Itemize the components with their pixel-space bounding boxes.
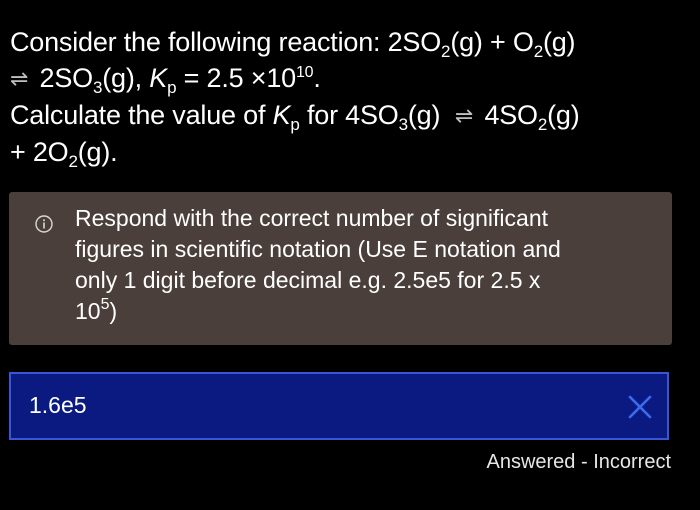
subscript: 2: [533, 42, 543, 61]
info-circle-icon: [35, 215, 53, 233]
equilibrium-arrow-icon: ⇌: [454, 103, 474, 128]
kp-symbol: K: [272, 100, 291, 130]
instruction-line: only 1 digit before decimal e.g. 2.5e5 f…: [75, 267, 541, 293]
subscript: 3: [92, 78, 103, 97]
superscript: 5: [100, 296, 110, 313]
answer-field[interactable]: 1.6e5: [9, 372, 669, 440]
subscript: p: [290, 115, 300, 134]
instruction-line: figures in scientific notation (Use E no…: [75, 236, 561, 262]
question-line-3: Calculate the value of Kp for 4SO3(g) ⇌ …: [10, 97, 690, 134]
question-text-segment: (g): [547, 100, 580, 130]
question-text-segment: + 2O: [10, 137, 69, 167]
question-text-segment: (g): [407, 100, 441, 130]
equilibrium-arrow-icon: ⇌: [10, 66, 29, 91]
question-text-segment: (g),: [102, 63, 150, 93]
question-text-segment: Calculate the value of: [10, 100, 273, 130]
subscript: 2: [441, 42, 451, 61]
subscript: 2: [68, 152, 78, 171]
subscript: 3: [398, 115, 408, 134]
instruction-line: 105): [75, 296, 655, 327]
question-line-2: ⇌ 2SO3(g), Kp = 2.5 ×1010.: [10, 60, 690, 97]
instruction-text-segment: ): [109, 298, 118, 324]
question-text: Consider the following reaction: 2SO2(g)…: [10, 24, 690, 170]
instruction-box: Respond with the correct number of signi…: [9, 192, 672, 345]
question-line-1: Consider the following reaction: 2SO2(g)…: [10, 24, 690, 60]
subscript: 2: [537, 115, 548, 134]
question-text-segment: (g): [542, 27, 576, 57]
question-text-segment: (g) + O: [450, 27, 534, 57]
instruction-text-segment: 10: [75, 298, 101, 324]
superscript: 10: [295, 64, 314, 81]
question-text-segment: .: [313, 63, 321, 93]
answer-status: Answered - Incorrect: [486, 451, 671, 473]
question-text-segment: (g).: [77, 137, 118, 167]
question-text-segment: Consider the following reaction: 2SO: [10, 27, 442, 57]
instruction-line: Respond with the correct number of signi…: [75, 205, 549, 231]
answer-value: 1.6e5: [29, 392, 87, 418]
kp-symbol: K: [149, 63, 168, 93]
question-text-segment: 4SO: [484, 100, 538, 130]
question-line-4: + 2O2(g).: [10, 134, 690, 170]
question-text-segment: for 4SO: [299, 100, 399, 130]
question-text-segment: 2SO: [39, 63, 94, 93]
x-icon: [628, 395, 652, 419]
instruction-text: Respond with the correct number of signi…: [75, 203, 655, 327]
question-text-segment: = 2.5 ×10: [176, 63, 297, 93]
subscript: p: [167, 78, 177, 97]
